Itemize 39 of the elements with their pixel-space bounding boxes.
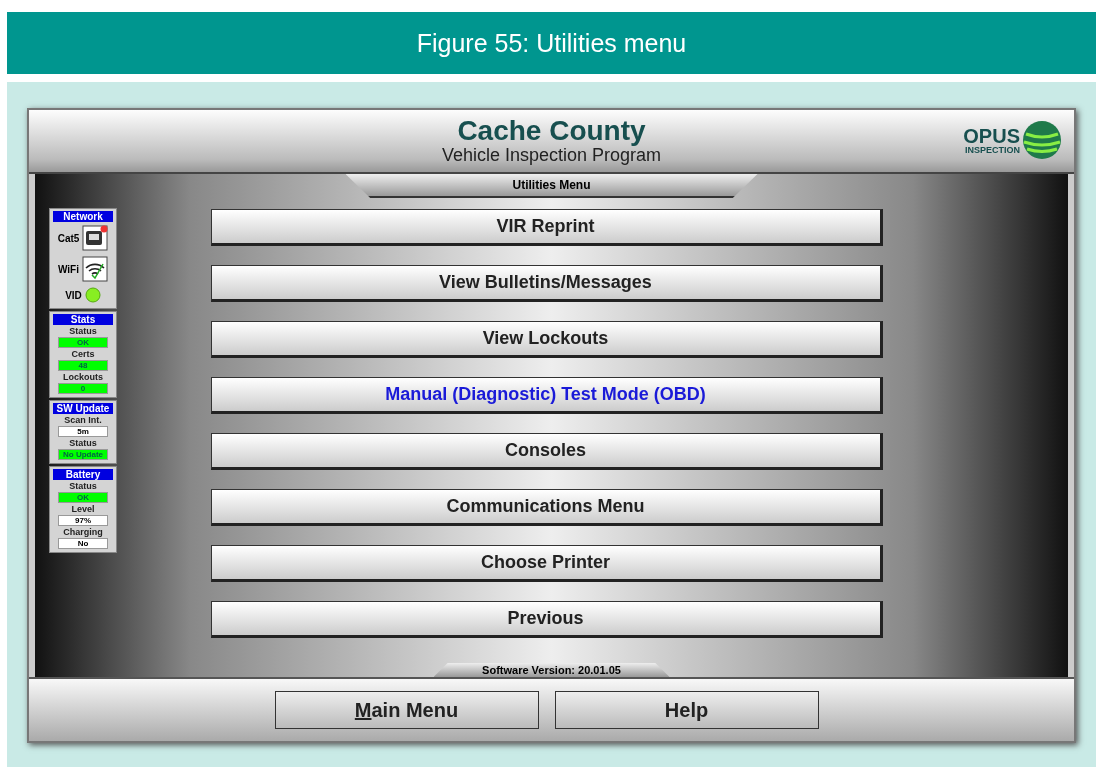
logo-subtext: INSPECTION bbox=[965, 145, 1020, 155]
menu-button[interactable]: View Bulletins/Messages bbox=[210, 265, 883, 302]
network-label: Cat5 bbox=[57, 232, 80, 244]
stat-label: Lockouts bbox=[63, 372, 103, 382]
menu-button[interactable]: Choose Printer bbox=[210, 545, 883, 582]
stat-label: Status bbox=[69, 438, 97, 448]
network-label: VID bbox=[65, 289, 82, 301]
stat-label: Certs bbox=[71, 349, 95, 359]
footer-button[interactable]: Help bbox=[554, 691, 819, 729]
value-field: No bbox=[58, 538, 108, 549]
status-indicator: 0 bbox=[58, 383, 108, 394]
value-field: 5m bbox=[58, 426, 108, 437]
menu-button[interactable]: VIR Reprint bbox=[210, 209, 883, 246]
globe-icon bbox=[1022, 120, 1062, 160]
status-indicator: OK bbox=[58, 337, 108, 348]
header-title: Cache County bbox=[457, 116, 646, 145]
panel-title: Battery bbox=[53, 469, 113, 480]
stat-label: Status bbox=[69, 326, 97, 336]
panel-title: Network bbox=[53, 211, 113, 222]
menu-button[interactable]: Previous bbox=[210, 601, 883, 638]
menu-button[interactable]: Communications Menu bbox=[210, 489, 883, 526]
menu-button[interactable]: View Lockouts bbox=[210, 321, 883, 358]
menu-button[interactable]: Consoles bbox=[210, 433, 883, 470]
status-indicator: OK bbox=[58, 492, 108, 503]
logo-text: OPUS bbox=[963, 125, 1020, 146]
menu-title: Utilities Menu bbox=[345, 174, 758, 198]
status-indicator: 48 bbox=[58, 360, 108, 371]
value-field: 97% bbox=[58, 515, 108, 526]
panel-title: Stats bbox=[53, 314, 113, 325]
network-label: WiFi bbox=[58, 263, 79, 275]
footer-button[interactable]: Main Menu bbox=[274, 691, 539, 729]
status-indicator: No Update bbox=[58, 449, 108, 460]
stat-label: Scan Int. bbox=[64, 415, 102, 425]
stat-label: Status bbox=[69, 481, 97, 491]
menu-button[interactable]: Manual (Diagnostic) Test Mode (OBD) bbox=[210, 377, 883, 414]
stat-label: Charging bbox=[63, 527, 103, 537]
stat-label: Level bbox=[71, 504, 95, 514]
software-version: Software Version: 20.01.05 bbox=[433, 663, 670, 677]
panel-title: SW Update bbox=[53, 403, 113, 414]
